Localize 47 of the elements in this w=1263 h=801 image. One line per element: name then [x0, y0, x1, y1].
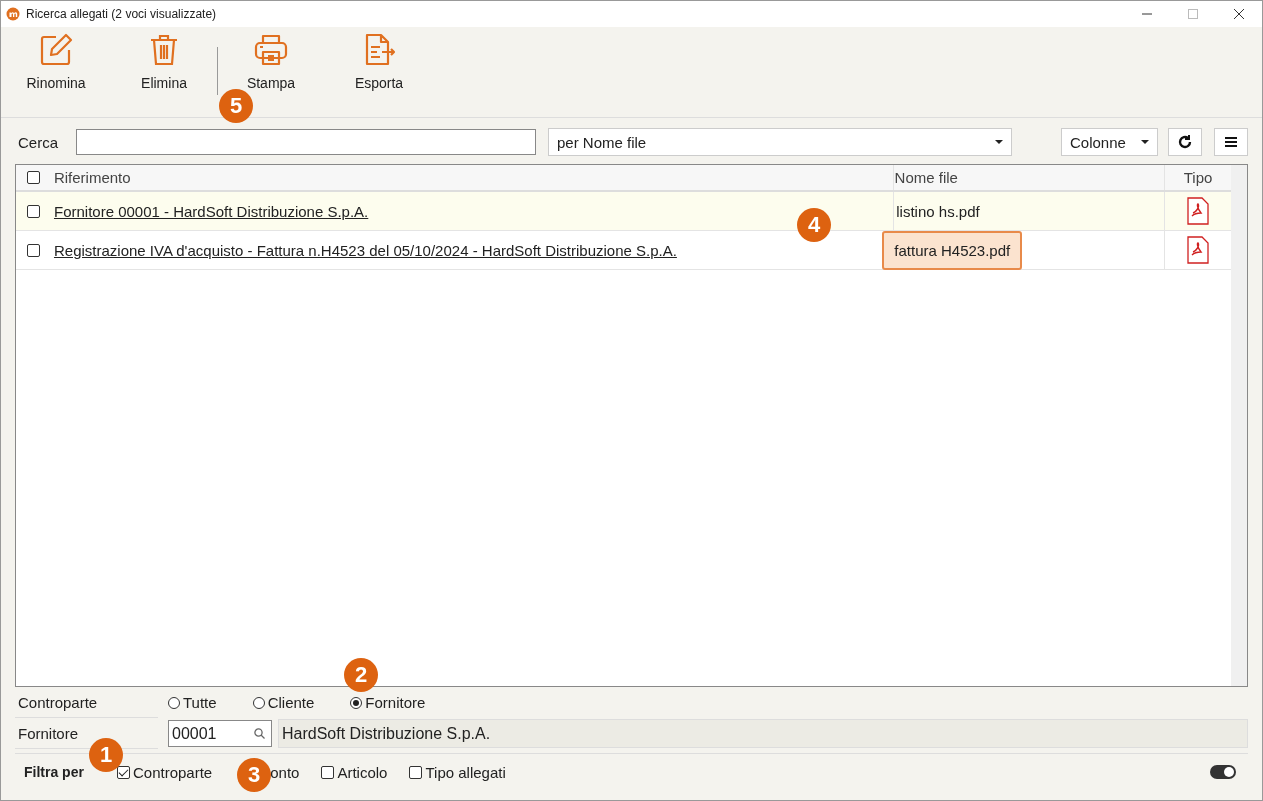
supplier-name-field: HardSoft Distribuzione S.p.A. [278, 719, 1248, 748]
filter-checkbox[interactable]: Articolo [321, 763, 388, 781]
window-title: Ricerca allegati (2 voci visualizzate) [26, 7, 217, 21]
row-checkbox[interactable] [27, 204, 41, 218]
search-label: Cerca [18, 133, 59, 151]
callout-badge: 5 [219, 89, 253, 123]
menu-icon [1225, 137, 1237, 147]
filter-checkbox[interactable]: Tipo allegati [409, 763, 506, 781]
search-icon[interactable] [254, 728, 265, 739]
filter-option-label[interactable]: onto [270, 763, 300, 781]
toolbar-button[interactable]: Stampa [224, 27, 318, 91]
filter-label: Filtra per [24, 764, 85, 780]
search-mode-dropdown[interactable]: per Nome file [548, 128, 1012, 156]
toolbar-button[interactable]: Rinomina [9, 27, 103, 91]
radio-option[interactable]: Cliente [252, 694, 315, 711]
caret-icon [1141, 140, 1149, 144]
column-header[interactable]: Nome file [893, 165, 1166, 190]
app-logo-icon [6, 7, 20, 21]
refresh-icon [1178, 135, 1192, 149]
caret-icon [995, 140, 1003, 144]
columns-dropdown[interactable]: Colonne [1061, 128, 1158, 156]
reference-link[interactable]: Fornitore 00001 - HardSoft Distribuzione S.p.A. [53, 202, 369, 220]
refresh-button[interactable] [1168, 128, 1202, 156]
select-all-checkbox[interactable] [27, 171, 41, 184]
column-header[interactable]: Tipo [1165, 165, 1231, 190]
pdf-file-icon [1187, 236, 1210, 264]
file-name-cell: fattura H4523.pdf [882, 230, 1023, 270]
scrollbar[interactable] [1231, 165, 1247, 686]
field-label: Controparte [15, 687, 158, 718]
edit-icon [39, 33, 73, 67]
supplier-code-field[interactable]: 00001 [168, 720, 272, 747]
callout-badge: 1 [89, 738, 123, 772]
row-checkbox[interactable] [27, 243, 41, 257]
pdf-file-icon [1187, 197, 1210, 225]
toggle-switch[interactable] [1210, 765, 1236, 779]
search-field[interactable] [76, 129, 536, 155]
column-header[interactable]: Riferimento [51, 165, 894, 190]
menu-button[interactable] [1214, 128, 1248, 156]
printer-icon [254, 33, 288, 67]
radio-option[interactable]: Tutte [168, 694, 217, 711]
toolbar-button[interactable]: Elimina [117, 27, 211, 91]
radio-option[interactable]: Fornitore [350, 694, 426, 711]
file-name-cell-text: listino hs.pdf [895, 202, 981, 220]
reference-link[interactable]: Registrazione IVA d'acquisto - Fattura n.H4523 del 05/10/2024 - HardSoft Distribuzione S.p.A. [53, 241, 677, 259]
toolbar-button[interactable]: Esporta [332, 27, 426, 91]
callout-badge: 3 [237, 758, 271, 792]
close-icon[interactable] [1234, 9, 1244, 19]
